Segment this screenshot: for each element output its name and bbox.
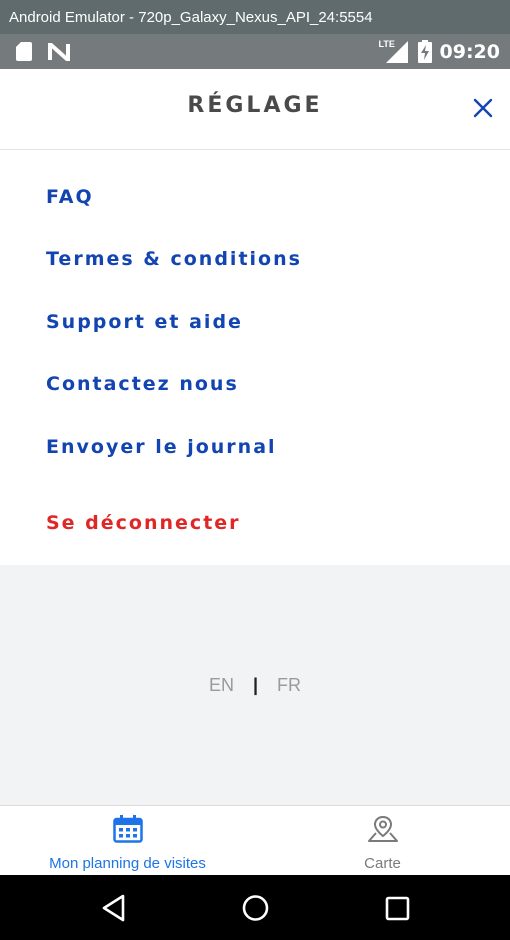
page-title: RÉGLAGE [187,93,323,118]
recent-apps-icon[interactable] [384,893,411,923]
language-fr[interactable]: FR [277,675,301,695]
lte-signal-icon: LTE [378,38,410,63]
settings-header: RÉGLAGE [0,69,510,150]
menu-item-faq[interactable]: FAQ [46,186,94,208]
home-icon[interactable] [241,893,270,923]
battery-charging-icon [417,40,432,63]
window-title-text: Android Emulator - 720p_Galaxy_Nexus_API… [9,8,373,26]
tab-planning-label: Mon planning de visites [49,855,206,872]
network-type-label: LTE [378,38,395,49]
tab-map-label: Carte [364,855,401,872]
menu-item-contact[interactable]: Contactez nous [46,373,239,395]
menu-item-terms[interactable]: Termes & conditions [46,248,302,270]
settings-menu: FAQ Termes & conditions Support et aide … [0,150,510,565]
language-separator: | [252,675,259,695]
close-icon[interactable] [472,97,494,119]
menu-item-support[interactable]: Support et aide [46,311,243,333]
calendar-icon [112,815,143,843]
n-notification-icon [48,42,70,61]
language-en[interactable]: EN [209,675,234,695]
android-status-bar: LTE 09:20 [0,34,510,69]
map-pin-icon [367,815,398,842]
language-switcher: EN | FR [0,675,510,696]
menu-item-send-log[interactable]: Envoyer le journal [46,436,277,458]
sd-card-icon [16,42,32,61]
tab-map[interactable]: Carte [255,806,510,876]
system-navigation-bar [0,875,510,940]
status-clock: 09:20 [439,40,500,63]
tab-planning[interactable]: Mon planning de visites [0,806,255,876]
back-icon[interactable] [100,893,126,923]
emulator-window-title: Android Emulator - 720p_Galaxy_Nexus_API… [0,0,510,34]
logout-button[interactable]: Se déconnecter [46,512,241,534]
bottom-navigation: Mon planning de visites Carte [0,805,510,876]
